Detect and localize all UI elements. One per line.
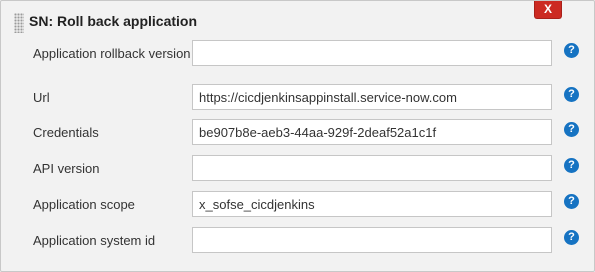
- field-label: Url: [33, 90, 50, 105]
- field-label: Credentials: [33, 125, 99, 140]
- application-system-id-input[interactable]: [192, 227, 552, 253]
- form-row-application-scope: Application scope ?: [1, 191, 594, 219]
- help-icon[interactable]: ?: [564, 194, 579, 209]
- help-icon[interactable]: ?: [564, 158, 579, 173]
- url-input[interactable]: [192, 84, 552, 110]
- field-label: Application system id: [33, 233, 156, 248]
- form-row-url: Url ?: [1, 84, 594, 112]
- form-row-api-version: API version ?: [1, 155, 594, 183]
- build-step-panel: SN: Roll back application X Application …: [0, 0, 595, 272]
- rollback-version-input[interactable]: [192, 40, 552, 66]
- form-row-credentials: Credentials ?: [1, 119, 594, 147]
- section-header: SN: Roll back application X: [1, 1, 594, 37]
- credentials-input[interactable]: [192, 119, 552, 145]
- field-label: Application scope: [33, 197, 135, 212]
- field-label: Application rollback version: [33, 46, 191, 61]
- application-scope-input[interactable]: [192, 191, 552, 217]
- help-icon[interactable]: ?: [564, 43, 579, 58]
- help-icon[interactable]: ?: [564, 122, 579, 137]
- form-row-application-system-id: Application system id ?: [1, 227, 594, 255]
- section-title: SN: Roll back application: [29, 13, 198, 29]
- form-row-rollback-version: Application rollback version ?: [1, 40, 594, 68]
- field-label: API version: [33, 161, 100, 176]
- drag-handle-icon[interactable]: [14, 13, 24, 33]
- api-version-input[interactable]: [192, 155, 552, 181]
- delete-step-button[interactable]: X: [534, 1, 562, 19]
- help-icon[interactable]: ?: [564, 230, 579, 245]
- help-icon[interactable]: ?: [564, 87, 579, 102]
